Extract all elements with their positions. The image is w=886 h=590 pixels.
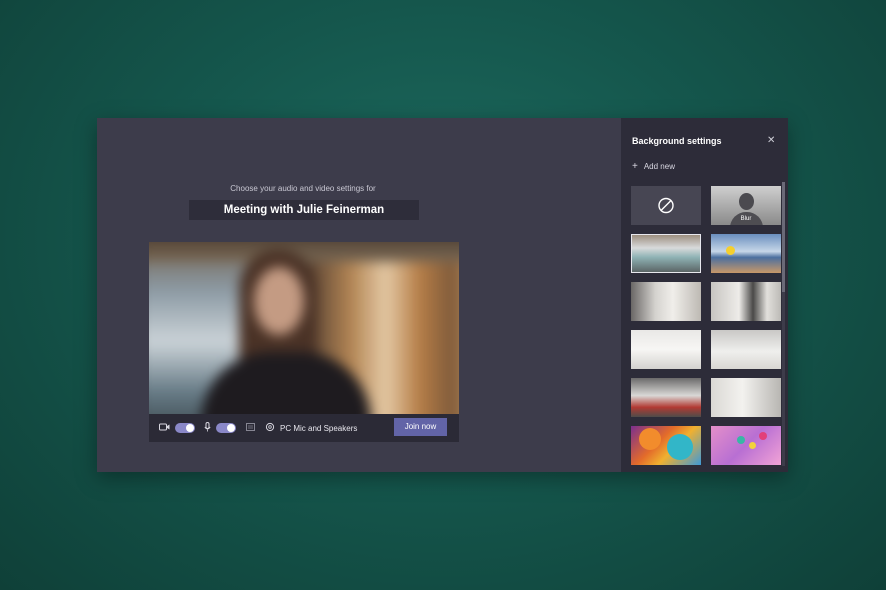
camera-icon (159, 423, 170, 433)
teams-join-window: Choose your audio and video settings for… (97, 118, 788, 472)
microphone-toggle[interactable] (216, 423, 236, 433)
background-option-gallery[interactable] (711, 330, 781, 369)
background-option-beach[interactable] (711, 234, 781, 273)
background-option-lounge[interactable] (631, 378, 701, 417)
background-option-blur[interactable]: Blur (711, 186, 781, 225)
audio-device-label[interactable]: PC Mic and Speakers (280, 424, 357, 433)
blur-label: Blur (740, 216, 752, 222)
background-option-balloons[interactable] (631, 426, 701, 465)
panel-title: Background settings (632, 136, 722, 146)
background-effects-icon[interactable] (246, 423, 255, 433)
plus-icon: + (632, 161, 638, 172)
microphone-icon (204, 422, 211, 434)
meeting-title: Meeting with Julie Feinerman (189, 200, 419, 220)
panel-scrollbar-thumb[interactable] (782, 182, 785, 292)
settings-subtitle: Choose your audio and video settings for (230, 184, 376, 193)
join-now-button[interactable]: Join now (394, 418, 447, 436)
background-option-white-room[interactable] (631, 330, 701, 369)
no-background-icon (658, 197, 674, 214)
background-option-doorway[interactable] (711, 282, 781, 321)
background-option-loft[interactable] (631, 282, 701, 321)
background-option-office[interactable] (631, 234, 701, 273)
preview-controls-bar: PC Mic and Speakers Join now (149, 414, 459, 442)
background-option-none[interactable] (631, 186, 701, 225)
close-icon[interactable]: ✕ (767, 135, 775, 146)
camera-toggle[interactable] (175, 423, 195, 433)
meeting-preview-area: Choose your audio and video settings for… (97, 118, 621, 472)
video-preview (149, 242, 459, 414)
device-settings-gear-icon[interactable] (265, 422, 275, 434)
background-option-empty-hall[interactable] (711, 378, 781, 417)
background-option-candy[interactable] (711, 426, 781, 465)
background-settings-panel: Background settings ✕ + Add new Blur (621, 118, 788, 472)
add-new-label: Add new (643, 162, 675, 171)
add-new-background-button[interactable]: + Add new (632, 161, 675, 172)
